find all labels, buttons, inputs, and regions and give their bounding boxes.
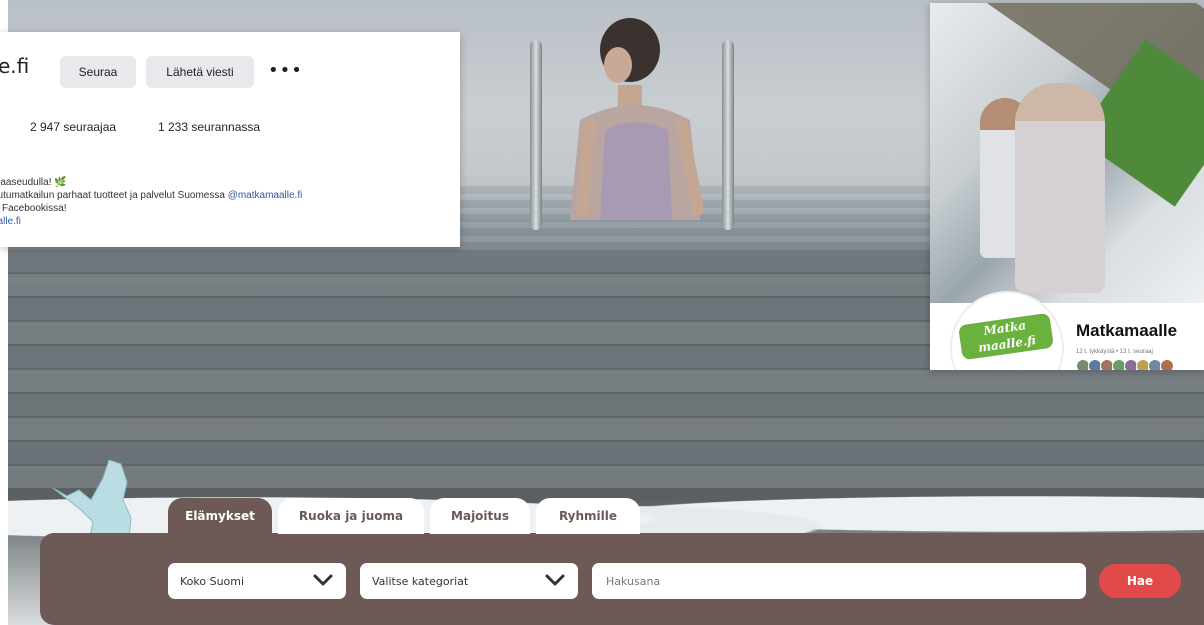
chevron-down-icon [545,574,565,586]
more-horizontal-icon[interactable]: ••• [268,60,303,81]
friend-avatar[interactable] [1160,359,1174,370]
search-button[interactable]: Hae [1099,564,1181,598]
swimmer-figure [570,18,704,220]
person-figure-towel [1015,83,1105,293]
page-avatar[interactable]: Matka maalle.fi [952,293,1062,370]
matkamaalle-logo: Matka maalle.fi [958,312,1054,361]
bio-line-1: maaseudulla! [0,177,52,188]
tab-elämykset[interactable]: Elämykset [168,498,272,534]
mention-link[interactable]: @matkamaalle.fi [228,190,303,201]
friend-avatars [1076,359,1174,370]
leaf-icon: 🌿 [54,177,67,188]
bio-line-2: eutumatkailun parhaat tuotteet ja palvel… [0,190,228,201]
profile-name: e.fi [0,54,30,78]
tab-ryhmille[interactable]: Ryhmille [536,498,640,534]
follow-button[interactable]: Seuraa [60,56,136,88]
chevron-down-icon [313,574,333,586]
region-select[interactable]: Koko Suomi [168,563,346,599]
search-input[interactable] [592,563,1086,599]
category-select[interactable]: Valitse kategoriat [360,563,578,599]
pool-ladder-left [530,40,542,230]
region-select-value: Koko Suomi [180,574,245,588]
website-link[interactable]: aalle.fi [0,215,302,228]
send-message-button[interactable]: Lähetä viesti [146,56,254,88]
page-title[interactable]: Matkamaalle [1076,321,1177,341]
pool-ladder-right [722,40,734,230]
profile-card: e.fi Seuraa Lähetä viesti ••• 2 947 seur… [0,32,460,247]
followers-count[interactable]: 2 947 seuraajaa [30,120,116,134]
page-stats: 12 t. tykkäystä • 13 t. seuraaj [1076,349,1153,355]
cover-photo [930,3,1204,303]
tab-ruoka-ja-juoma[interactable]: Ruoka ja juoma [278,498,424,534]
category-select-value: Valitse kategoriat [372,574,469,588]
tab-majoitus[interactable]: Majoitus [430,498,530,534]
bio-line-3: is Facebookissa! [0,203,67,214]
category-tabs: Elämykset Ruoka ja juoma Majoitus Ryhmille [168,498,646,534]
profile-bio: maaseudulla! 🌿 eutumatkailun parhaat tuo… [0,176,302,228]
social-page-card[interactable]: Matka maalle.fi Matkamaalle 12 t. tykkäy… [930,3,1204,370]
following-count[interactable]: 1 233 seurannassa [158,120,260,134]
